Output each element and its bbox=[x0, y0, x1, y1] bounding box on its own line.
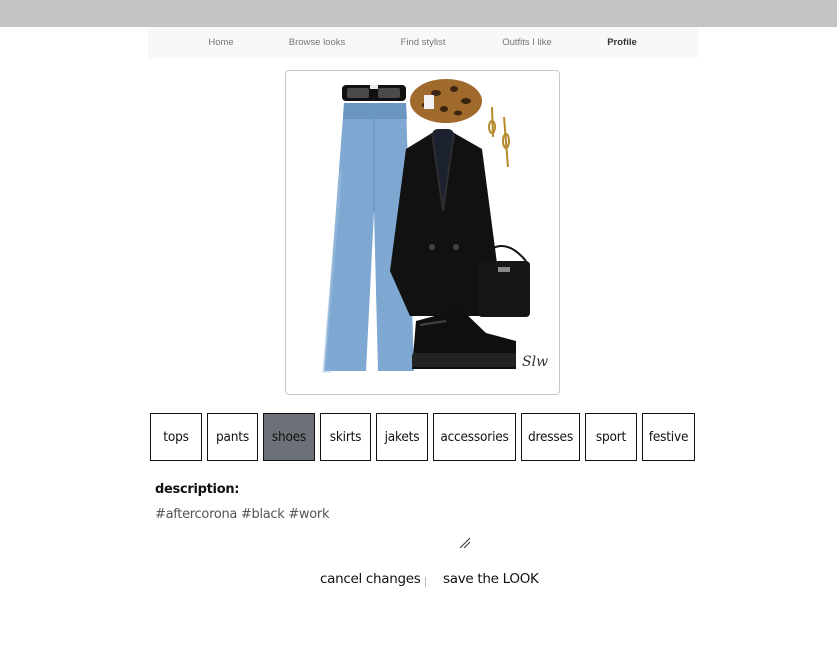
top-bar bbox=[0, 0, 837, 27]
leopard-beret-item bbox=[410, 79, 482, 123]
outfit-collage: Slw bbox=[322, 79, 548, 373]
description-textarea[interactable]: #aftercorona #black #work bbox=[150, 505, 482, 554]
earrings-item bbox=[488, 106, 510, 168]
category-shoes[interactable]: shoes bbox=[263, 413, 315, 461]
nav-find-stylist[interactable]: Find stylist bbox=[401, 27, 446, 58]
category-jakets[interactable]: jakets bbox=[376, 413, 428, 461]
nav-profile[interactable]: Profile bbox=[607, 27, 637, 58]
category-skirts[interactable]: skirts bbox=[320, 413, 371, 461]
description-label: description: bbox=[155, 482, 240, 497]
look-image: Slw bbox=[285, 70, 560, 395]
action-divider bbox=[425, 577, 426, 587]
main-nav: Home Browse looks Find stylist Outfits I… bbox=[148, 27, 698, 58]
nav-outfits-i-like[interactable]: Outfits I like bbox=[502, 27, 552, 58]
cancel-changes-button[interactable]: cancel changes bbox=[320, 571, 421, 587]
signature: Slw bbox=[522, 354, 548, 370]
sunglasses-item bbox=[342, 85, 406, 101]
nav-home[interactable]: Home bbox=[208, 27, 233, 58]
category-festive[interactable]: festive bbox=[642, 413, 695, 461]
form-actions: cancel changes save the LOOK bbox=[0, 571, 837, 593]
save-look-button[interactable]: save the LOOK bbox=[443, 571, 539, 587]
category-buttons: tops pants shoes skirts jakets accessori… bbox=[0, 413, 837, 463]
category-accessories[interactable]: accessories bbox=[433, 413, 516, 461]
nav-browse-looks[interactable]: Browse looks bbox=[289, 27, 346, 58]
resize-handle-icon[interactable] bbox=[458, 536, 472, 550]
category-tops[interactable]: tops bbox=[150, 413, 202, 461]
category-sport[interactable]: sport bbox=[585, 413, 637, 461]
chunky-shoes-item bbox=[412, 309, 516, 369]
category-dresses[interactable]: dresses bbox=[521, 413, 580, 461]
category-pants[interactable]: pants bbox=[207, 413, 258, 461]
